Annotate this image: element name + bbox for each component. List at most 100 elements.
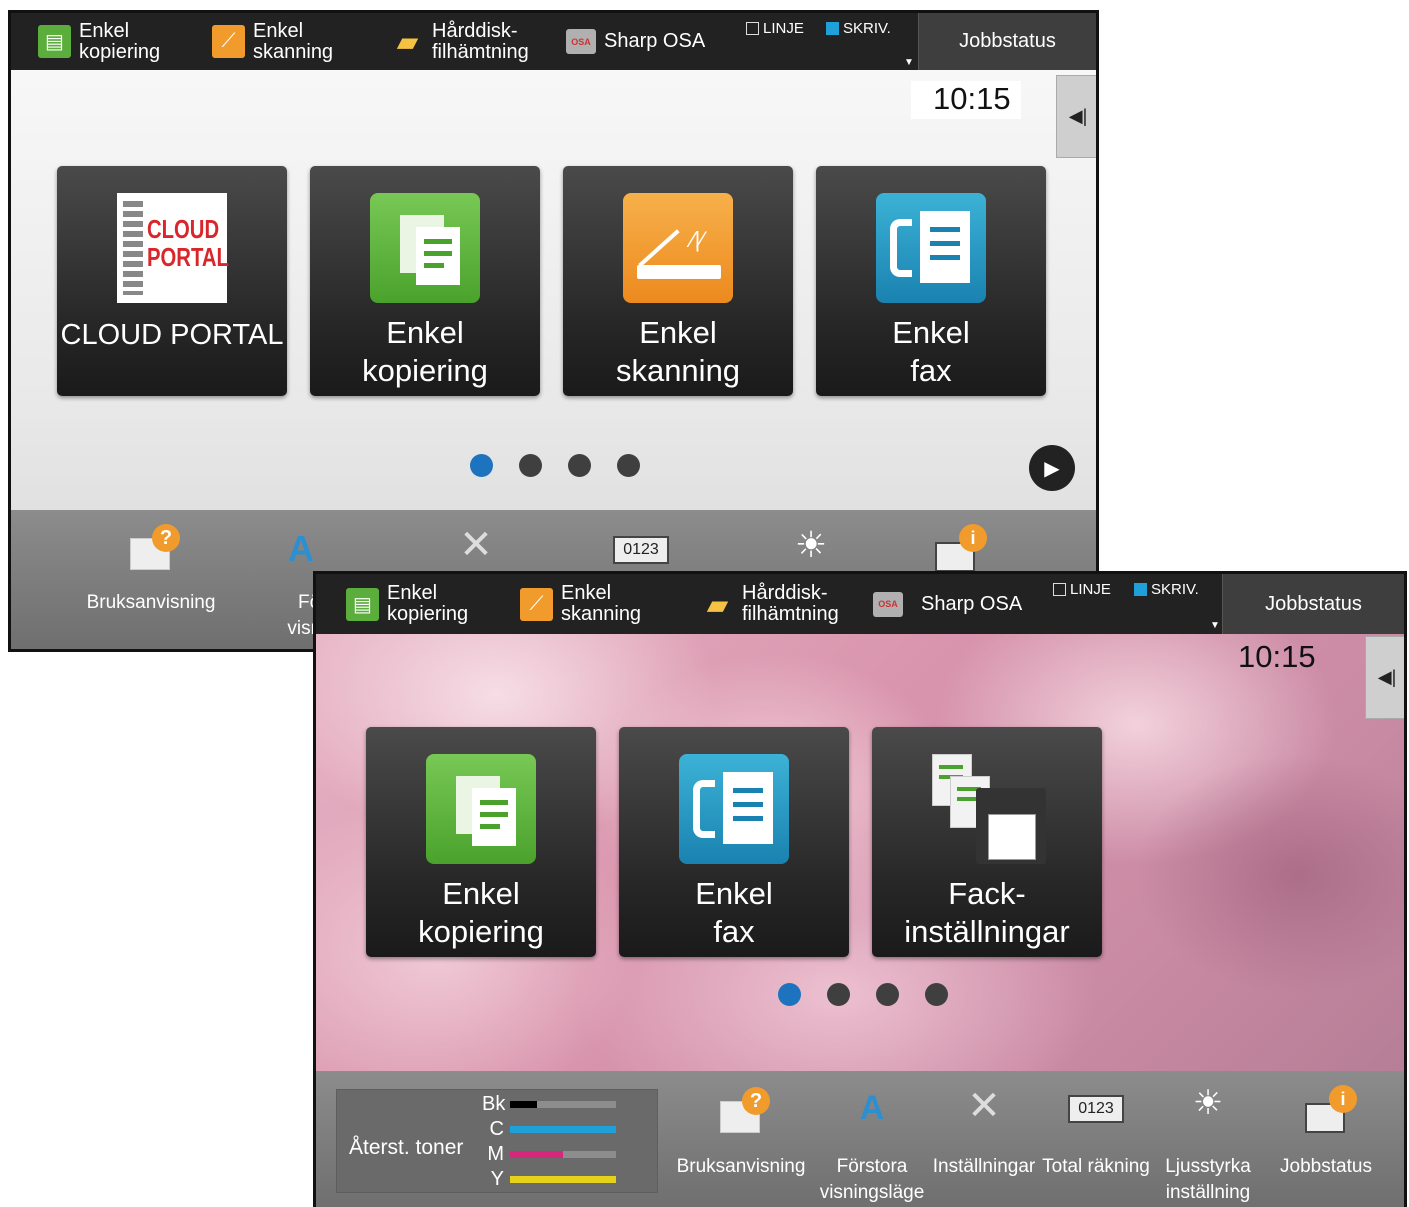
page-dot-1[interactable] — [778, 983, 801, 1006]
skriv-indicator-icon — [826, 22, 839, 35]
fax-handset — [890, 219, 912, 277]
bottom-item-total-rakning[interactable]: 0123 Total räkning — [1040, 1071, 1152, 1207]
info-badge-icon: i — [1329, 1085, 1357, 1113]
counter-icon: 0123 — [613, 536, 669, 564]
wrench-screwdriver-icon: ✕ — [459, 523, 493, 567]
bottom-item-forstora-visningslage[interactable]: A Förstora visningsläge — [816, 1071, 928, 1207]
bottom-item-label: Jobbstatus — [1280, 1156, 1372, 1177]
cloud-logo-line-1: CLOUD — [147, 214, 220, 244]
tile-enkel-fax[interactable]: Enkel fax — [816, 166, 1046, 396]
toner-bar-fill — [510, 1100, 537, 1108]
indicator-skriv: SKRIV. — [1134, 581, 1199, 598]
fax-icon — [876, 193, 986, 303]
tile-label: CLOUD PORTAL — [60, 319, 284, 351]
indicator-dropdown-icon[interactable]: ▼ — [904, 57, 914, 68]
side-panel-toggle-icon: ◀| — [1377, 667, 1397, 687]
doc-line — [424, 263, 444, 268]
bottom-item-label: Bruksanvisning — [86, 592, 216, 613]
shortcut-enkel-skanning[interactable]: ⟋ Enkel skanning — [520, 574, 641, 634]
job-status-button[interactable]: Jobbstatus — [918, 13, 1096, 70]
page-dot-2[interactable] — [519, 454, 542, 477]
brightness-icon: ☀ — [794, 524, 828, 565]
shortcut-enkel-skanning[interactable]: ⟋ Enkel skanning — [212, 13, 333, 70]
tile-label: Enkel skanning — [615, 315, 741, 388]
doc-line — [733, 816, 763, 821]
toner-row: M — [482, 1142, 616, 1166]
counter-icon: 0123 — [1068, 1095, 1124, 1123]
tray-settings-icon — [932, 754, 1046, 864]
tile-enkel-fax[interactable]: Enkel fax — [619, 727, 849, 957]
job-status-icon: i — [931, 524, 987, 572]
shortcut-enkel-kopiering[interactable]: ▤ Enkel kopiering — [346, 574, 468, 634]
cloud-logo-line-2: PORTAL — [147, 242, 229, 272]
doc-line — [480, 812, 508, 817]
shortcut-harddisk-filhamtning[interactable]: ▰ Hårddisk- filhämtning — [701, 574, 839, 634]
bottom-item-label: Förstora visningsläge — [819, 1156, 925, 1203]
scan-icon: ⁄|⁄ — [623, 193, 733, 303]
scanner-bed — [637, 265, 721, 279]
doc-line — [480, 824, 500, 829]
doc-line — [480, 800, 508, 805]
magnify-text-icon: A — [859, 1089, 885, 1127]
osa-icon: OSA — [873, 591, 903, 617]
info-badge-icon: i — [959, 524, 987, 552]
indicator-skriv-label: SKRIV. — [843, 20, 891, 37]
shortcut-enkel-kopiering[interactable]: ▤ Enkel kopiering — [38, 13, 160, 70]
toner-bar — [510, 1150, 616, 1158]
side-panel-toggle[interactable]: ◀| — [1056, 75, 1096, 158]
page-dot-4[interactable] — [925, 983, 948, 1006]
shortcut-harddisk-filhamtning[interactable]: ▰ Hårddisk- filhämtning — [391, 13, 529, 70]
page-dot-3[interactable] — [876, 983, 899, 1006]
bottom-item-label: Total räkning — [1042, 1156, 1150, 1177]
tile-enkel-kopiering[interactable]: Enkel kopiering — [310, 166, 540, 396]
bottom-item-bruksanvisning[interactable]: ? Bruksanvisning — [71, 510, 231, 649]
toner-key: Bk — [482, 1092, 506, 1115]
scanner-light: ⁄|⁄ — [691, 227, 705, 252]
page-dot-3[interactable] — [568, 454, 591, 477]
tile-fack-installningar[interactable]: Fack- inställningar — [872, 727, 1102, 957]
printer-tray — [988, 814, 1036, 860]
cloud-portal-stripes — [123, 201, 143, 295]
bottom-item-bruksanvisning[interactable]: ? Bruksanvisning — [666, 1071, 816, 1207]
linje-indicator-icon — [1053, 583, 1066, 596]
page-indicator — [470, 454, 640, 477]
tile-label: Enkel kopiering — [418, 876, 544, 949]
shortcut-sharp-osa[interactable]: OSA Sharp OSA — [873, 574, 1022, 634]
side-panel-toggle[interactable]: ◀| — [1365, 636, 1404, 719]
page-dot-2[interactable] — [827, 983, 850, 1006]
tile-enkel-skanning[interactable]: ⁄|⁄ Enkel skanning — [563, 166, 793, 396]
shortcut-label: Hårddisk- filhämtning — [742, 582, 839, 625]
toner-bar — [510, 1100, 616, 1108]
tile-cloud-portal[interactable]: CLOUD PORTAL CLOUD PORTAL — [57, 166, 287, 396]
bottom-item-installningar[interactable]: ✕ Inställningar — [928, 1071, 1040, 1207]
shortcut-label: Sharp OSA — [604, 30, 706, 52]
wrench-screwdriver-icon: ✕ — [967, 1084, 1001, 1128]
folder-icon: ▰ — [396, 26, 419, 57]
page-dot-4[interactable] — [617, 454, 640, 477]
copy-icon — [426, 754, 536, 864]
scanner-lid — [638, 229, 680, 267]
bottom-item-ljusstyrka[interactable]: ☀ Ljusstyrka inställning — [1152, 1071, 1264, 1207]
indicator-dropdown-icon[interactable]: ▼ — [1210, 620, 1220, 631]
doc-line — [733, 788, 763, 793]
toner-row: Y — [482, 1167, 616, 1191]
toner-bar-fill — [510, 1125, 616, 1133]
shortcut-sharp-osa[interactable]: OSA Sharp OSA — [566, 13, 705, 70]
play-arrow-icon: ▶ — [1044, 457, 1060, 480]
magnify-text-icon: A — [288, 528, 314, 569]
toner-title: Återst. toner — [349, 1136, 464, 1159]
clock: 10:15 — [1238, 639, 1316, 674]
indicator-skriv: SKRIV. — [826, 20, 891, 37]
linje-indicator-icon — [746, 22, 759, 35]
top-bar: ▤ Enkel kopiering ⟋ Enkel skanning ▰ Hår… — [316, 574, 1404, 634]
indicator-linje-label: LINJE — [763, 20, 804, 37]
printer-body — [976, 788, 1046, 864]
bottom-item-jobbstatus[interactable]: i Jobbstatus — [1270, 1071, 1382, 1207]
next-page-button[interactable]: ▶ — [1029, 445, 1075, 491]
tile-enkel-kopiering[interactable]: Enkel kopiering — [366, 727, 596, 957]
page-dot-1[interactable] — [470, 454, 493, 477]
doc-line — [424, 239, 452, 244]
shortcut-label: Enkel kopiering — [387, 582, 469, 625]
job-status-button[interactable]: Jobbstatus — [1222, 574, 1404, 634]
copy-doc-front — [472, 788, 516, 846]
